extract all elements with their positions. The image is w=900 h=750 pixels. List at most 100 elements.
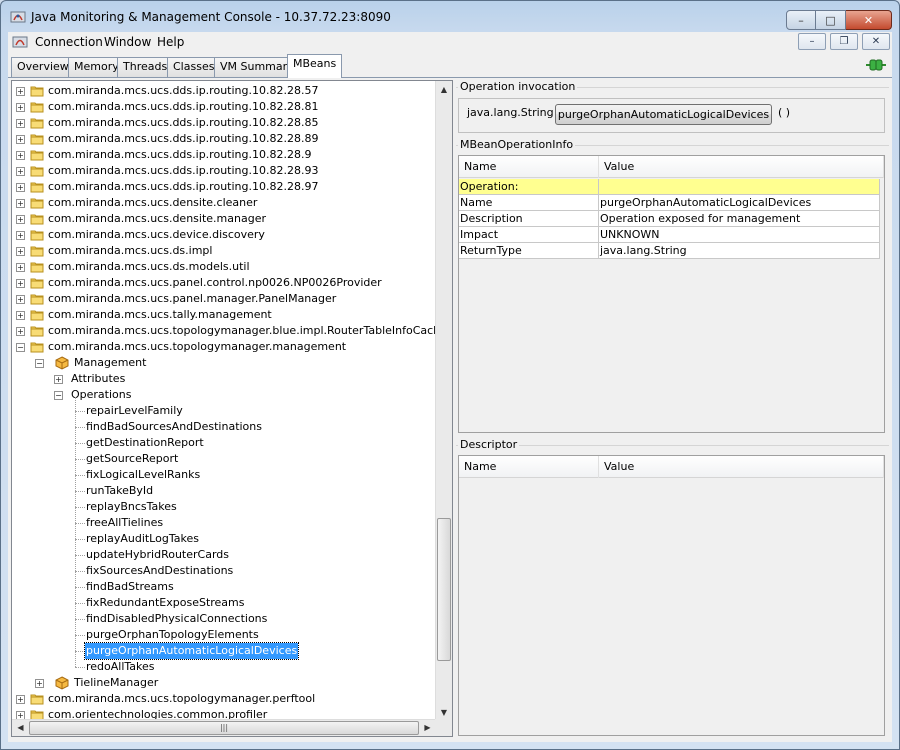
operation-invocation-title: Operation invocation: [458, 80, 578, 93]
expand-icon[interactable]: +: [16, 183, 25, 192]
invoke-operation-button[interactable]: purgeOrphanAutomaticLogicalDevices: [555, 104, 772, 125]
scroll-up-icon[interactable]: ▲: [436, 81, 452, 98]
expand-icon[interactable]: +: [16, 279, 25, 288]
expand-icon[interactable]: +: [16, 199, 25, 208]
frame-restore-button[interactable]: ❐: [830, 33, 858, 50]
expand-icon[interactable]: +: [54, 375, 63, 384]
tree-domain-node[interactable]: + com.miranda.mcs.ucs.dds.ip.routing.10.8…: [12, 83, 436, 99]
tab-overview[interactable]: Overview: [11, 57, 75, 77]
scroll-corner: [435, 719, 452, 736]
operation-info-table: Name Value Operation: Name purgeOrphanAuto…: [458, 155, 885, 433]
tree-vertical-scroll-thumb[interactable]: [437, 518, 451, 661]
expand-icon[interactable]: +: [16, 119, 25, 128]
tree-node-label: com.miranda.mcs.ucs.densite.cleaner: [48, 196, 258, 209]
tree-node-label: fixLogicalLevelRanks: [86, 468, 201, 481]
tree-horizontal-scroll-thumb[interactable]: |||: [29, 721, 419, 735]
tree-domain-node[interactable]: + com.miranda.mcs.ucs.topologymanager.per…: [12, 691, 436, 707]
params-label: ( ): [778, 106, 791, 119]
menu-help[interactable]: Help: [157, 35, 184, 49]
tree-mbean-node[interactable]: + TielineManager: [12, 675, 436, 691]
folder-icon: [30, 228, 44, 242]
tree-horizontal-scrollbar[interactable]: ◀ ||| ▶: [12, 719, 436, 736]
tree-domain-node[interactable]: + com.miranda.mcs.ucs.tally.management: [12, 307, 436, 323]
expand-icon[interactable]: +: [16, 215, 25, 224]
tree-node-label: com.miranda.mcs.ucs.topologymanager.mana…: [48, 340, 347, 353]
scroll-left-icon[interactable]: ◀: [12, 720, 29, 736]
folder-icon: [30, 692, 44, 706]
collapse-icon[interactable]: −: [54, 391, 63, 400]
expand-icon[interactable]: +: [16, 295, 25, 304]
expand-icon[interactable]: +: [16, 247, 25, 256]
expand-icon[interactable]: +: [16, 167, 25, 176]
expand-icon[interactable]: +: [16, 151, 25, 160]
collapse-icon[interactable]: −: [16, 343, 25, 352]
expand-icon[interactable]: +: [16, 231, 25, 240]
tree-domain-node[interactable]: + com.miranda.mcs.ucs.dds.ip.routing.10.8…: [12, 131, 436, 147]
tree-domain-node[interactable]: + com.miranda.mcs.ucs.topologymanager.blu…: [12, 323, 436, 339]
collapse-icon[interactable]: −: [35, 359, 44, 368]
tree-domain-node[interactable]: + com.miranda.mcs.ucs.panel.manager.Panel…: [12, 291, 436, 307]
app-window: Java Monitoring & Management Console - 1…: [0, 0, 900, 750]
tree-domain-node[interactable]: + com.miranda.mcs.ucs.device.discovery: [12, 227, 436, 243]
expand-icon[interactable]: +: [16, 311, 25, 320]
tree-mbean-node[interactable]: − Management: [12, 355, 436, 371]
expand-icon[interactable]: +: [16, 263, 25, 272]
table-row[interactable]: Impact UNKNOWN: [459, 227, 880, 243]
column-header-value[interactable]: Value: [599, 156, 884, 178]
table-row[interactable]: Name purgeOrphanAutomaticLogicalDevices: [459, 195, 880, 211]
tab-mbeans[interactable]: MBeans: [287, 54, 343, 78]
tree-domain-node[interactable]: − com.miranda.mcs.ucs.topologymanager.man…: [12, 339, 436, 355]
tree-group-node[interactable]: + Attributes: [12, 371, 436, 387]
tree-connector: [75, 603, 85, 604]
tree-connector: [75, 411, 85, 412]
tree-domain-node[interactable]: + com.miranda.mcs.ucs.ds.impl: [12, 243, 436, 259]
expand-icon[interactable]: +: [16, 103, 25, 112]
tree-node-label: runTakeById: [86, 484, 154, 497]
title-bar[interactable]: Java Monitoring & Management Console - 1…: [1, 1, 899, 31]
scroll-right-icon[interactable]: ▶: [419, 720, 436, 736]
tree-domain-node[interactable]: + com.miranda.mcs.ucs.dds.ip.routing.10.8…: [12, 163, 436, 179]
column-header-value[interactable]: Value: [599, 456, 884, 478]
tree-domain-node[interactable]: + com.miranda.mcs.ucs.dds.ip.routing.10.8…: [12, 147, 436, 163]
folder-icon: [30, 100, 44, 114]
tree-connector: [75, 459, 85, 460]
tree-domain-node[interactable]: + com.miranda.mcs.ucs.panel.control.np002…: [12, 275, 436, 291]
table-row[interactable]: Operation:: [459, 179, 880, 195]
tree-domain-node[interactable]: + com.miranda.mcs.ucs.dds.ip.routing.10.8…: [12, 179, 436, 195]
table-row[interactable]: Description Operation exposed for managem…: [459, 211, 880, 227]
tree-connector: [75, 397, 76, 667]
tree-connector: [75, 667, 85, 668]
tree-vertical-scrollbar[interactable]: ▲ ▼: [435, 81, 452, 721]
tree-connector: [75, 635, 85, 636]
menu-window[interactable]: Window: [104, 35, 151, 49]
expand-icon[interactable]: +: [16, 87, 25, 96]
expand-icon[interactable]: +: [16, 327, 25, 336]
folder-icon: [30, 132, 44, 146]
tree-domain-node[interactable]: + com.miranda.mcs.ucs.dds.ip.routing.10.8…: [12, 115, 436, 131]
menu-connection[interactable]: Connection: [35, 35, 103, 49]
expand-icon[interactable]: +: [16, 135, 25, 144]
table-row[interactable]: ReturnType java.lang.String: [459, 243, 880, 259]
expand-icon[interactable]: +: [35, 679, 44, 688]
mbean-operation-info-group: MBeanOperationInfo Name Value Operation:…: [456, 138, 889, 436]
cell-value: UNKNOWN: [599, 227, 880, 243]
tree-domain-node[interactable]: + com.miranda.mcs.ucs.dds.ip.routing.10.8…: [12, 99, 436, 115]
frame-close-button[interactable]: ✕: [862, 33, 890, 50]
column-header-name[interactable]: Name: [459, 156, 599, 178]
internal-frame-icon[interactable]: [12, 34, 28, 50]
tree-domain-node[interactable]: + com.miranda.mcs.ucs.ds.models.util: [12, 259, 436, 275]
column-header-name[interactable]: Name: [459, 456, 599, 478]
tree-node-label: repairLevelFamily: [86, 404, 183, 417]
minimize-button[interactable]: –: [786, 10, 816, 30]
expand-icon[interactable]: +: [16, 695, 25, 704]
tab-threads[interactable]: Threads: [117, 57, 174, 77]
connection-status-icon[interactable]: [866, 58, 886, 72]
return-type-label: java.lang.String: [467, 106, 554, 119]
tree-domain-node[interactable]: + com.miranda.mcs.ucs.densite.manager: [12, 211, 436, 227]
tab-classes[interactable]: Classes: [167, 57, 221, 77]
frame-minimize-button[interactable]: –: [798, 33, 826, 50]
tree-connector: [75, 475, 85, 476]
tree-domain-node[interactable]: + com.miranda.mcs.ucs.densite.cleaner: [12, 195, 436, 211]
close-button[interactable]: ✕: [846, 10, 892, 30]
maximize-button[interactable]: □: [816, 10, 846, 30]
